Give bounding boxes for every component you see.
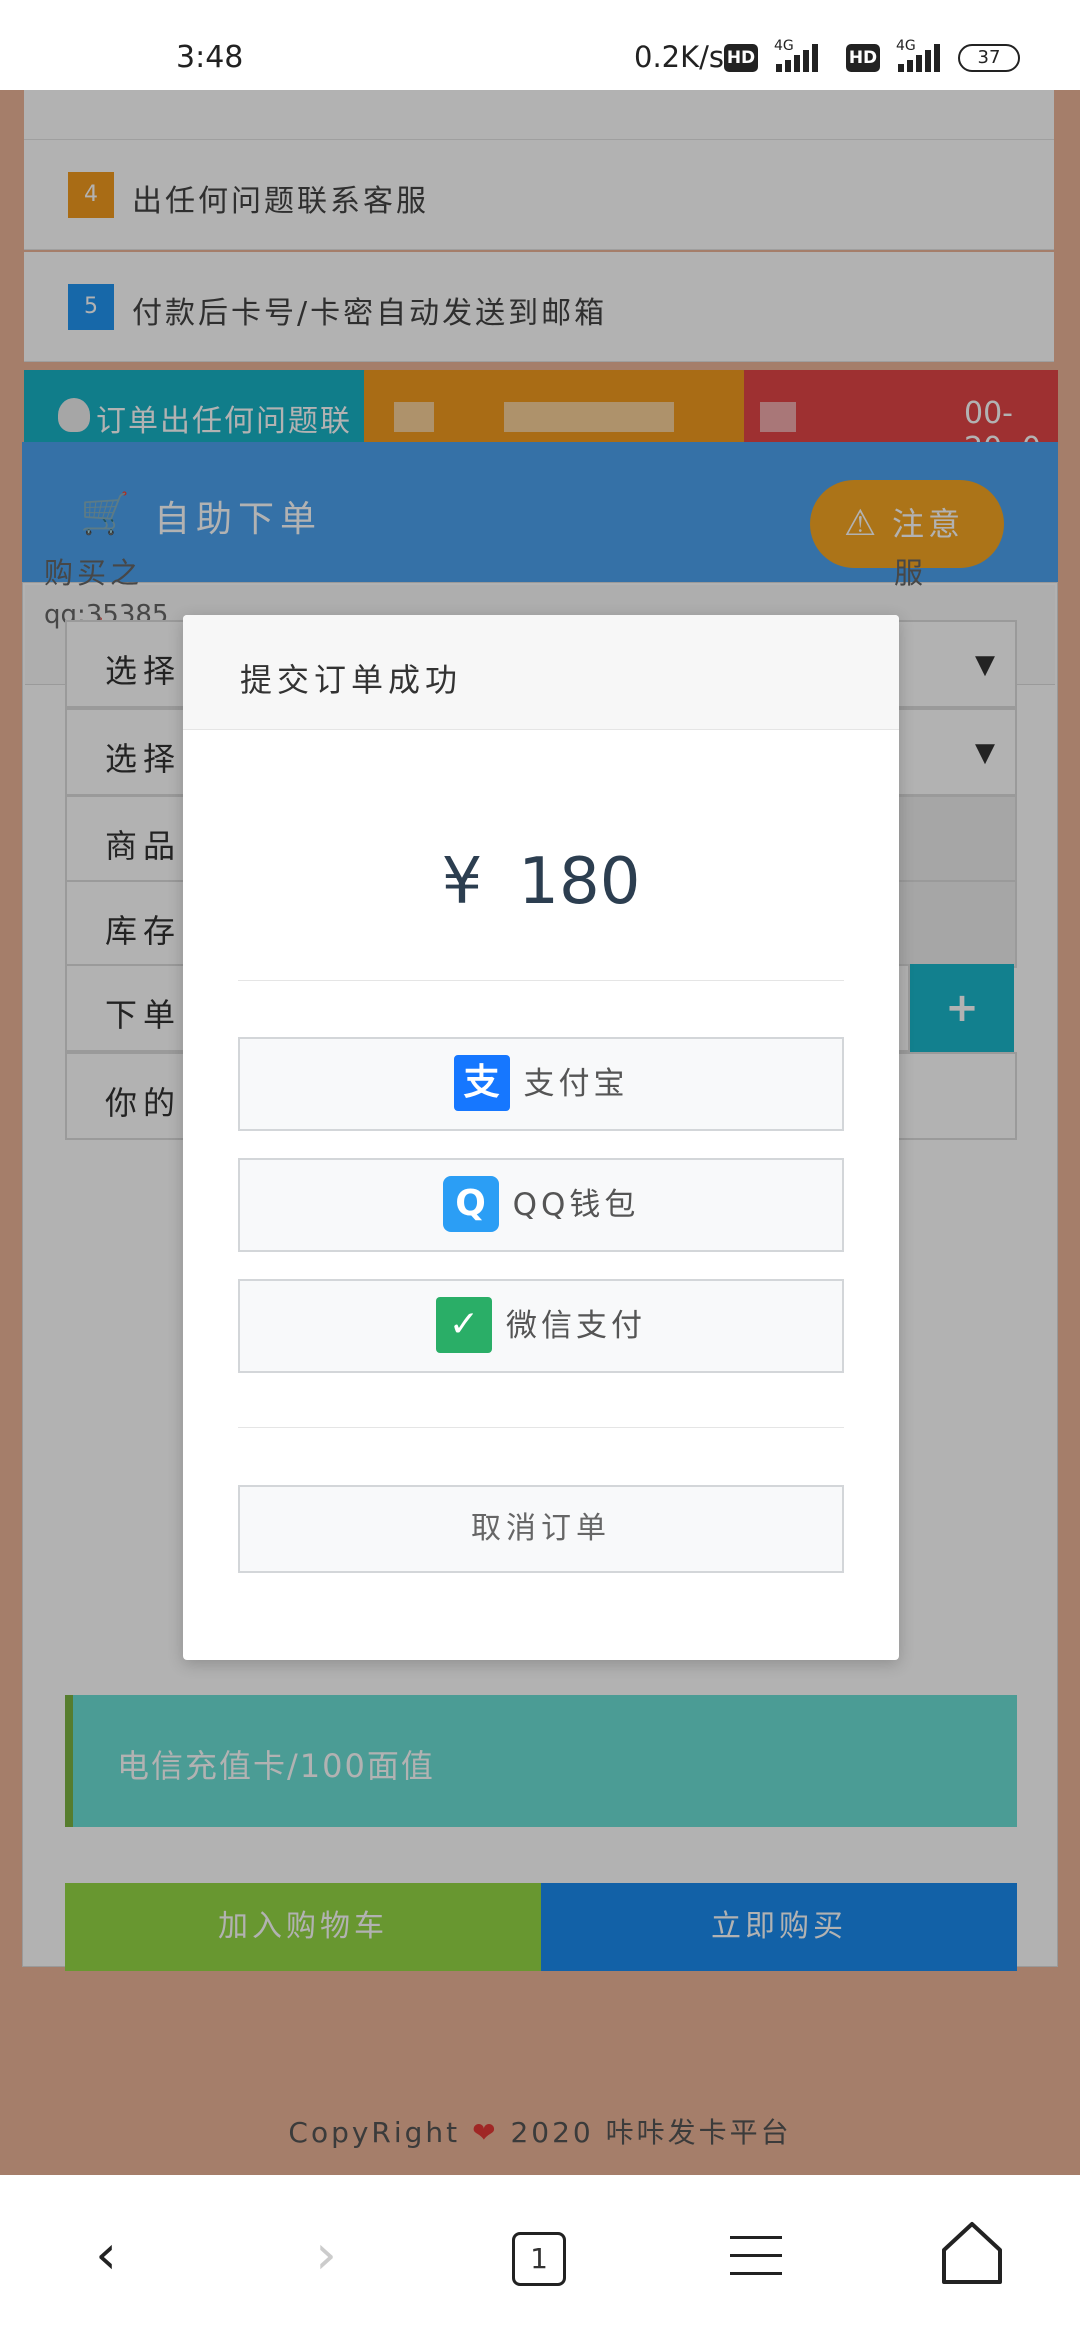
wechat-pay-icon: ✓ (436, 1296, 492, 1353)
pay-label: 支付宝 (523, 1066, 629, 1102)
pay-label: 微信支付 (506, 1308, 646, 1344)
divider (238, 980, 844, 981)
tabs-icon[interactable]: 1 (512, 2232, 566, 2286)
modal-title: 提交订单成功 (240, 661, 463, 699)
qq-wallet-icon: Q (442, 1175, 499, 1232)
back-icon[interactable]: ‹ (66, 2215, 146, 2295)
menu-icon[interactable] (730, 2232, 782, 2280)
signal-icon (776, 44, 818, 72)
order-amount: ¥180 (183, 845, 899, 919)
hd-badge: HD (724, 44, 758, 72)
pay-label: QQ钱包 (512, 1187, 640, 1223)
hd-badge-2: HD (846, 44, 880, 72)
battery-icon: 37 (958, 44, 1020, 72)
divider (238, 1427, 844, 1428)
qq-wallet-button[interactable]: Q QQ钱包 (238, 1158, 844, 1252)
alipay-icon: 支 (453, 1054, 510, 1111)
status-bar: 3:48 0.2K/s HD 4G HD 4G 37 (0, 0, 1080, 90)
network-speed: 0.2K/s (634, 40, 725, 74)
modal-header: 提交订单成功 (183, 615, 899, 730)
forward-icon[interactable]: › (286, 2215, 366, 2295)
alipay-button[interactable]: 支支付宝 (238, 1037, 844, 1131)
signal-icon-2 (898, 44, 940, 72)
currency-symbol: ¥ (441, 845, 483, 919)
status-time: 3:48 (176, 40, 244, 75)
amount-value: 180 (518, 845, 641, 919)
wechat-pay-button[interactable]: ✓ 微信支付 (238, 1279, 844, 1373)
cancel-order-button[interactable]: 取消订单 (238, 1485, 844, 1573)
order-success-modal: 提交订单成功 ¥180 支支付宝 Q QQ钱包 ✓ 微信支付 取消订单 (183, 615, 899, 1660)
home-icon[interactable] (940, 2218, 1004, 2288)
